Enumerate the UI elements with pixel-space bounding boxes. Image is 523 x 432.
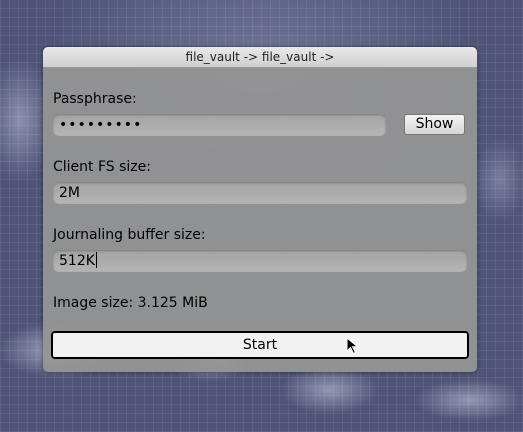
- passphrase-input[interactable]: •••••••••: [53, 114, 386, 136]
- client-fs-size-input[interactable]: 2M: [53, 182, 467, 204]
- passphrase-label: Passphrase:: [53, 91, 137, 107]
- start-button[interactable]: Start: [51, 331, 469, 359]
- image-size-text: Image size: 3.125 MiB: [53, 295, 208, 311]
- show-passphrase-button[interactable]: Show: [404, 114, 465, 135]
- client-fs-size-label: Client FS size:: [53, 159, 151, 175]
- mouse-pointer-icon: [346, 337, 359, 355]
- journaling-buffer-size-label: Journaling buffer size:: [53, 227, 206, 243]
- journaling-buffer-size-input[interactable]: 512K: [53, 250, 467, 272]
- text-caret: [95, 252, 97, 268]
- journaling-buffer-size-value: 512K: [59, 253, 95, 269]
- file-vault-dialog: file_vault -> file_vault -> Passphrase: …: [43, 47, 477, 372]
- window-title[interactable]: file_vault -> file_vault ->: [43, 47, 477, 68]
